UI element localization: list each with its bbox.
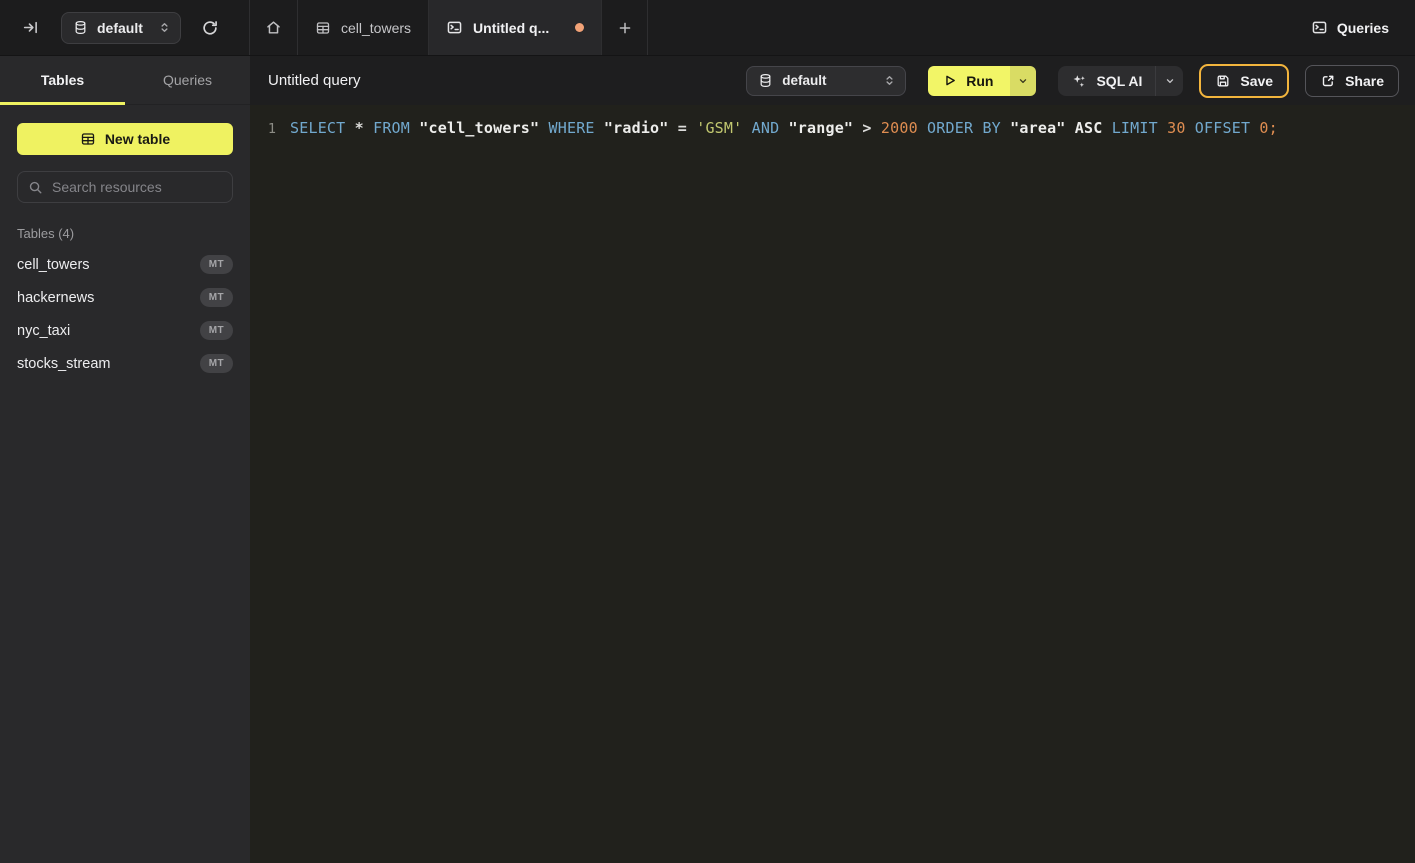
table-name: nyc_taxi (17, 323, 70, 339)
plus-icon (617, 20, 633, 36)
table-engine-badge: MT (200, 321, 233, 340)
app-body: Tables Queries New table Tables (4) cell… (0, 56, 1415, 863)
table-name: cell_towers (17, 257, 90, 273)
sidebar-item-hackernews[interactable]: hackernews MT (0, 281, 250, 314)
table-icon (315, 20, 331, 36)
share-external-icon (1320, 73, 1336, 89)
chevron-down-icon (1164, 75, 1176, 87)
tab-label: cell_towers (341, 20, 411, 36)
new-table-label: New table (105, 131, 170, 147)
database-icon (758, 73, 773, 88)
unsaved-changes-dot (575, 23, 584, 32)
queries-icon (1311, 19, 1328, 36)
top-bar: default cell_towers (0, 0, 1415, 56)
tables-section-title: Tables (4) (17, 226, 233, 241)
table-engine-badge: MT (200, 255, 233, 274)
chevron-updown-icon (158, 21, 171, 34)
sql-ai-label: SQL AI (1096, 73, 1142, 89)
search-resources-box (17, 171, 233, 203)
refresh-icon (201, 19, 219, 37)
database-selector-value: default (782, 73, 826, 88)
query-toolbar: Untitled query default Run (250, 56, 1415, 105)
sql-editor[interactable]: 1 SELECT * FROM "cell_towers" WHERE "rad… (250, 105, 1415, 863)
chevron-updown-icon (883, 74, 896, 87)
search-resources-input[interactable] (52, 179, 222, 195)
sidebar-item-stocks-stream[interactable]: stocks_stream MT (0, 347, 250, 380)
database-selector-value: default (97, 20, 143, 36)
sidebar-item-cell-towers[interactable]: cell_towers MT (0, 248, 250, 281)
sql-ai-split-button: SQL AI (1058, 66, 1183, 96)
new-table-button[interactable]: New table (17, 123, 233, 155)
run-button[interactable]: Run (928, 66, 1010, 96)
sparkles-icon (1071, 73, 1087, 89)
table-engine-badge: MT (200, 354, 233, 373)
save-button-label: Save (1240, 73, 1273, 89)
run-button-label: Run (966, 73, 993, 89)
main-panel: Untitled query default Run (250, 56, 1415, 863)
share-button-label: Share (1345, 73, 1384, 89)
search-icon (28, 180, 43, 195)
save-floppy-icon (1215, 73, 1231, 89)
run-options-button[interactable] (1010, 66, 1036, 96)
refresh-button[interactable] (201, 19, 219, 37)
chevron-down-icon (1017, 75, 1029, 87)
top-bar-left: default (0, 0, 250, 55)
arrow-to-bar-icon (22, 19, 39, 36)
table-engine-badge: MT (200, 288, 233, 307)
line-number: 1 (250, 118, 276, 863)
collapse-sidebar-button[interactable] (22, 19, 39, 36)
database-selector-toolbar[interactable]: default (746, 66, 906, 96)
sidebar-tabs: Tables Queries (0, 56, 250, 105)
query-title: Untitled query (268, 72, 361, 89)
tab-label: Untitled q... (473, 20, 549, 36)
table-icon (80, 131, 96, 147)
sidebar-tab-queries[interactable]: Queries (125, 56, 250, 104)
app-window: default cell_towers (0, 0, 1415, 863)
tab-cell-towers[interactable]: cell_towers (298, 0, 429, 55)
queries-button[interactable]: Queries (1311, 0, 1415, 55)
new-tab-button[interactable] (602, 0, 648, 55)
run-split-button: Run (928, 66, 1036, 96)
sql-code-line[interactable]: SELECT * FROM "cell_towers" WHERE "radio… (276, 118, 1278, 863)
tab-untitled-query[interactable]: Untitled q... (429, 0, 602, 55)
share-button[interactable]: Share (1305, 65, 1399, 97)
database-selector-top[interactable]: default (61, 12, 181, 44)
home-icon (265, 19, 282, 36)
queries-button-label: Queries (1337, 20, 1389, 36)
tab-home[interactable] (250, 0, 298, 55)
sql-ai-button[interactable]: SQL AI (1058, 66, 1155, 96)
database-icon (73, 20, 88, 35)
play-icon (942, 73, 957, 88)
tab-strip: cell_towers Untitled q... (250, 0, 648, 55)
table-name: stocks_stream (17, 356, 110, 372)
save-button[interactable]: Save (1199, 64, 1289, 98)
table-name: hackernews (17, 290, 94, 306)
sidebar-item-nyc-taxi[interactable]: nyc_taxi MT (0, 314, 250, 347)
sidebar: Tables Queries New table Tables (4) cell… (0, 56, 250, 863)
sidebar-tab-tables[interactable]: Tables (0, 56, 125, 104)
sql-ai-options-button[interactable] (1155, 66, 1183, 96)
query-terminal-icon (446, 19, 463, 36)
